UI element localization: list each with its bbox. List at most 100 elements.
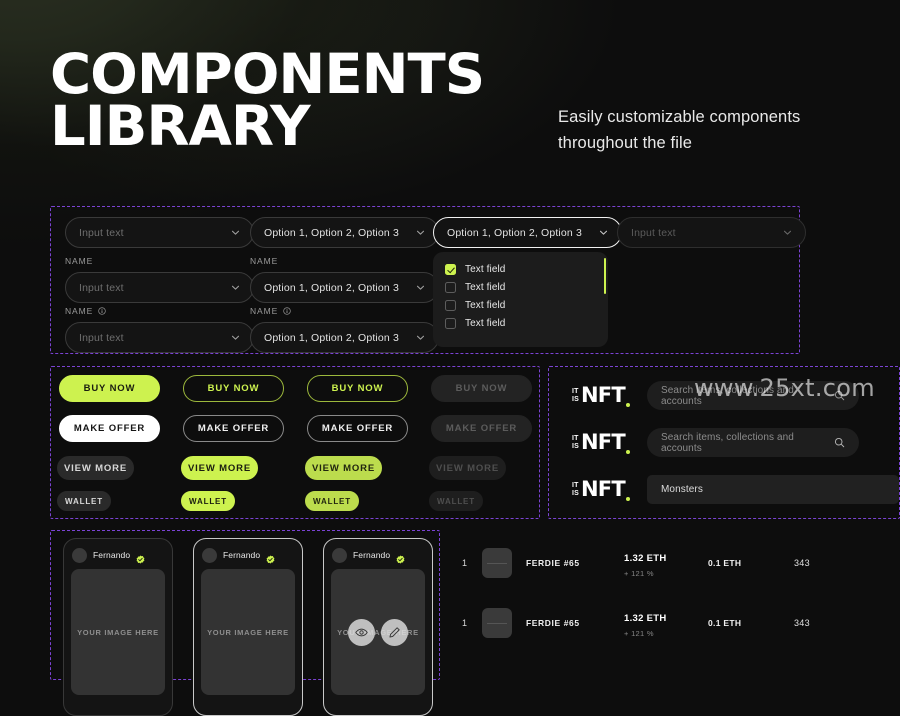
- field-label-5: NAME: [250, 306, 439, 316]
- chevron-down-icon: [416, 333, 425, 342]
- input-text-2[interactable]: Input text: [65, 272, 254, 303]
- info-circle-icon[interactable]: [98, 307, 106, 315]
- view-more-button-active[interactable]: VIEW MORE: [181, 456, 258, 480]
- buy-now-button-outline[interactable]: BUY NOW: [183, 375, 284, 402]
- verified-badge-icon: [266, 551, 275, 564]
- avatar: [72, 547, 87, 563]
- search-input-1-placeholder: Search items, collections and accounts: [661, 384, 794, 407]
- search-input-1[interactable]: Search items, collections and accounts: [647, 381, 859, 410]
- logo-line-bottom: IS: [572, 442, 580, 450]
- logo-line-bottom: IS: [572, 489, 580, 497]
- input-text-right-value: Input text: [631, 226, 676, 239]
- buy-now-button-hover[interactable]: BUY NOW: [307, 375, 408, 402]
- select-active[interactable]: Option 1, Option 2, Option 3: [433, 217, 622, 248]
- row-thumbnail: [482, 608, 512, 638]
- select-active-value: Option 1, Option 2, Option 3: [447, 226, 582, 239]
- make-offer-button-default[interactable]: MAKE OFFER: [59, 415, 160, 442]
- search-input-2[interactable]: Search items, collections and accounts: [647, 428, 859, 457]
- wallet-button-disabled: WALLET: [429, 491, 483, 511]
- card-image-placeholder: YOUR IMAGE HERE: [331, 569, 425, 695]
- ranking-table: 1 FERDIE #65 1.32 ETH + 121 % 0.1 ETH 34…: [462, 538, 882, 658]
- checkbox-icon[interactable]: [445, 299, 456, 311]
- buy-now-button-default[interactable]: BUY NOW: [59, 375, 160, 402]
- dropdown-item[interactable]: Text field: [433, 296, 608, 314]
- subtitle-line1: Easily customizable components: [558, 108, 801, 126]
- table-row[interactable]: 1 FERDIE #65 1.32 ETH + 121 % 0.1 ETH 34…: [462, 538, 882, 588]
- checkbox-icon[interactable]: [445, 317, 456, 329]
- search-input-filled-value: Monsters: [661, 484, 703, 495]
- nft-logo: IT IS NFT: [572, 430, 638, 456]
- field-label-3-text: NAME: [250, 256, 279, 266]
- dropdown-item-label: Text field: [465, 281, 506, 293]
- row-price: 1.32 ETH + 121 %: [624, 548, 708, 578]
- magnifier-icon[interactable]: [834, 437, 845, 448]
- page-root: COMPONENTS LIBRARY Easily customizable c…: [0, 0, 900, 716]
- row-price-value: 1.32 ETH: [624, 613, 667, 624]
- buy-now-button-disabled: BUY NOW: [431, 375, 532, 402]
- select-3[interactable]: Option 1, Option 2, Option 3: [250, 322, 439, 353]
- row-rank: 1: [462, 558, 468, 568]
- card-image-placeholder-text: YOUR IMAGE HERE: [207, 627, 289, 637]
- field-select-3: NAME Option 1, Option 2, Option 3: [250, 306, 439, 353]
- search-row-3: IT IS NFT Monsters: [572, 475, 899, 504]
- row-rank: 1: [462, 618, 468, 628]
- input-text-right[interactable]: Input text: [617, 217, 806, 248]
- row-thumbnail: [482, 548, 512, 578]
- search-input-2-placeholder: Search items, collections and accounts: [661, 431, 794, 454]
- row-name: FERDIE #65: [526, 618, 580, 628]
- table-row[interactable]: 1 FERDIE #65 1.32 ETH + 121 % 0.1 ETH 34…: [462, 598, 882, 648]
- chevron-down-icon: [599, 228, 608, 237]
- make-offer-button-hover[interactable]: MAKE OFFER: [307, 415, 408, 442]
- row-count: 343: [794, 618, 810, 628]
- search-input-filled[interactable]: Monsters: [647, 475, 899, 504]
- wallet-button-default[interactable]: WALLET: [57, 491, 111, 511]
- chevron-down-icon: [231, 228, 240, 237]
- checkbox-checked-icon[interactable]: [445, 263, 456, 275]
- card-image-placeholder: YOUR IMAGE HERE: [201, 569, 295, 695]
- logo-stack: IT IS: [572, 388, 579, 403]
- logo-dot-icon: [626, 496, 631, 501]
- dropdown-item[interactable]: Text field: [433, 260, 608, 278]
- eye-icon[interactable]: [348, 618, 375, 646]
- dropdown-item[interactable]: Text field: [433, 314, 608, 332]
- dropdown-scrollbar[interactable]: [603, 258, 606, 294]
- info-circle-icon[interactable]: [283, 307, 291, 315]
- checkbox-icon[interactable]: [445, 281, 456, 293]
- select-3-value: Option 1, Option 2, Option 3: [264, 331, 399, 344]
- nft-card-3[interactable]: Fernando YOUR IMAGE HERE: [323, 538, 433, 716]
- row-price: 1.32 ETH + 121 %: [624, 608, 708, 638]
- dropdown-checkbox-list[interactable]: Text field Text field Text field Text fi…: [433, 252, 608, 347]
- view-more-button-default[interactable]: VIEW MORE: [57, 456, 134, 480]
- make-offer-button-outline[interactable]: MAKE OFFER: [183, 415, 284, 442]
- logo-line-bottom: IS: [572, 395, 580, 403]
- select-1[interactable]: Option 1, Option 2, Option 3: [250, 217, 439, 248]
- select-2-value: Option 1, Option 2, Option 3: [264, 281, 399, 294]
- search-row-2: IT IS NFT Search items, collections and …: [572, 428, 859, 457]
- select-2[interactable]: Option 1, Option 2, Option 3: [250, 272, 439, 303]
- wallet-button-hover[interactable]: WALLET: [305, 491, 359, 511]
- dropdown-item[interactable]: Text field: [433, 278, 608, 296]
- pencil-icon[interactable]: [381, 618, 408, 646]
- field-input-2: NAME Input text: [65, 256, 254, 303]
- field-select-1: Option 1, Option 2, Option 3: [250, 217, 439, 248]
- field-input-3: NAME Input text: [65, 306, 254, 353]
- make-offer-button-disabled: MAKE OFFER: [431, 415, 532, 442]
- nft-card-2[interactable]: Fernando YOUR IMAGE HERE: [193, 538, 303, 716]
- logo-line-top: IT: [572, 434, 579, 442]
- chevron-down-icon: [416, 228, 425, 237]
- wallet-button-active[interactable]: WALLET: [181, 491, 235, 511]
- logo-mark: NFT: [581, 383, 626, 407]
- field-select-2: NAME Option 1, Option 2, Option 3: [250, 256, 439, 303]
- view-more-button-disabled: VIEW MORE: [429, 456, 506, 480]
- row-price-value: 1.32 ETH: [624, 553, 667, 564]
- nft-card-1[interactable]: Fernando YOUR IMAGE HERE: [63, 538, 173, 716]
- input-text-1[interactable]: Input text: [65, 217, 254, 248]
- magnifier-icon[interactable]: [834, 390, 845, 401]
- subtitle-line2: throughout the file: [558, 133, 692, 152]
- page-title: COMPONENTS LIBRARY: [50, 47, 485, 154]
- input-text-3[interactable]: Input text: [65, 322, 254, 353]
- logo-stack: IT IS: [572, 435, 579, 450]
- logo-mark: NFT: [581, 477, 626, 501]
- view-more-button-hover[interactable]: VIEW MORE: [305, 456, 382, 480]
- chevron-down-icon: [231, 283, 240, 292]
